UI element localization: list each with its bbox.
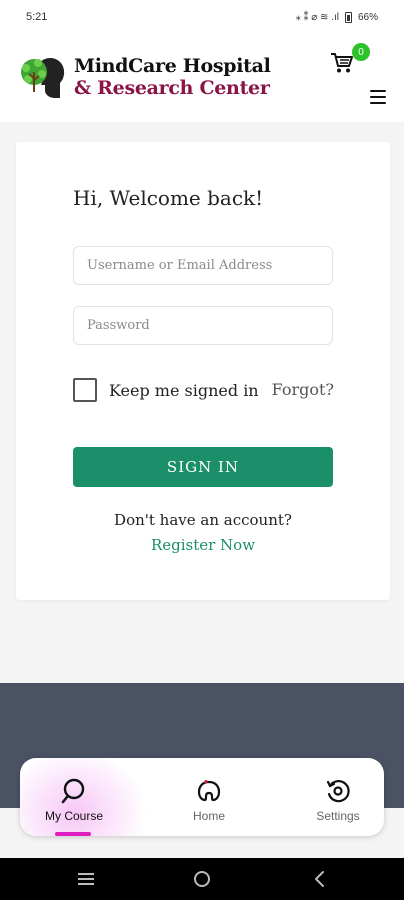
bottom-nav: My Course Home Settings xyxy=(20,758,384,836)
settings-icon xyxy=(326,780,350,803)
status-indicators: ⁎ ⁑ ⌀ ≋ .ıl 66% xyxy=(295,11,378,23)
hamburger-menu-icon[interactable] xyxy=(370,90,386,104)
app-header: MindCare Hospital & Research Center 0 xyxy=(0,34,404,122)
home-icon xyxy=(197,779,221,802)
no-account-text: Don't have an account? xyxy=(114,511,292,529)
system-nav-bar xyxy=(0,858,404,900)
remember-me: Keep me signed in xyxy=(73,378,259,402)
password-field[interactable] xyxy=(73,306,333,345)
remember-checkbox[interactable] xyxy=(73,378,97,402)
register-link[interactable]: Register Now xyxy=(16,536,390,554)
nav-item-settings[interactable]: Settings xyxy=(288,758,384,836)
cart-count-badge: 0 xyxy=(352,43,370,61)
back-icon[interactable] xyxy=(310,870,330,888)
status-bar: 5:21 ⁎ ⁑ ⌀ ≋ .ıl 66% xyxy=(0,0,404,34)
active-tab-indicator xyxy=(55,832,91,836)
battery-icon xyxy=(344,11,352,23)
nav-item-my-course[interactable]: My Course xyxy=(24,758,124,836)
logo-title: MindCare Hospital xyxy=(74,55,271,77)
sign-in-button[interactable]: SIGN IN xyxy=(73,447,333,487)
username-field[interactable] xyxy=(73,246,333,285)
welcome-heading: Hi, Welcome back! xyxy=(73,186,264,210)
status-time: 5:21 xyxy=(26,11,48,23)
forgot-password-link[interactable]: Forgot? xyxy=(272,380,334,399)
nav-label-my-course: My Course xyxy=(44,809,103,823)
login-card: Hi, Welcome back! Keep me signed in Forg… xyxy=(16,142,390,600)
search-icon xyxy=(61,778,85,804)
remember-label: Keep me signed in xyxy=(109,380,259,400)
nav-label-home: Home xyxy=(192,809,225,823)
recents-icon[interactable] xyxy=(76,870,96,888)
tree-head-logo-icon xyxy=(21,58,65,98)
status-signal-icons: ⁎ ⁑ ⌀ ≋ .ıl xyxy=(295,11,339,23)
cart-icon[interactable] xyxy=(330,52,354,74)
nav-label-settings: Settings xyxy=(316,809,360,823)
home-circle-icon[interactable] xyxy=(192,870,212,888)
logo-subtitle: & Research Center xyxy=(74,77,270,99)
battery-level: 66% xyxy=(357,11,378,23)
logo[interactable]: MindCare Hospital & Research Center xyxy=(18,52,271,102)
nav-item-home[interactable]: Home xyxy=(159,758,259,836)
